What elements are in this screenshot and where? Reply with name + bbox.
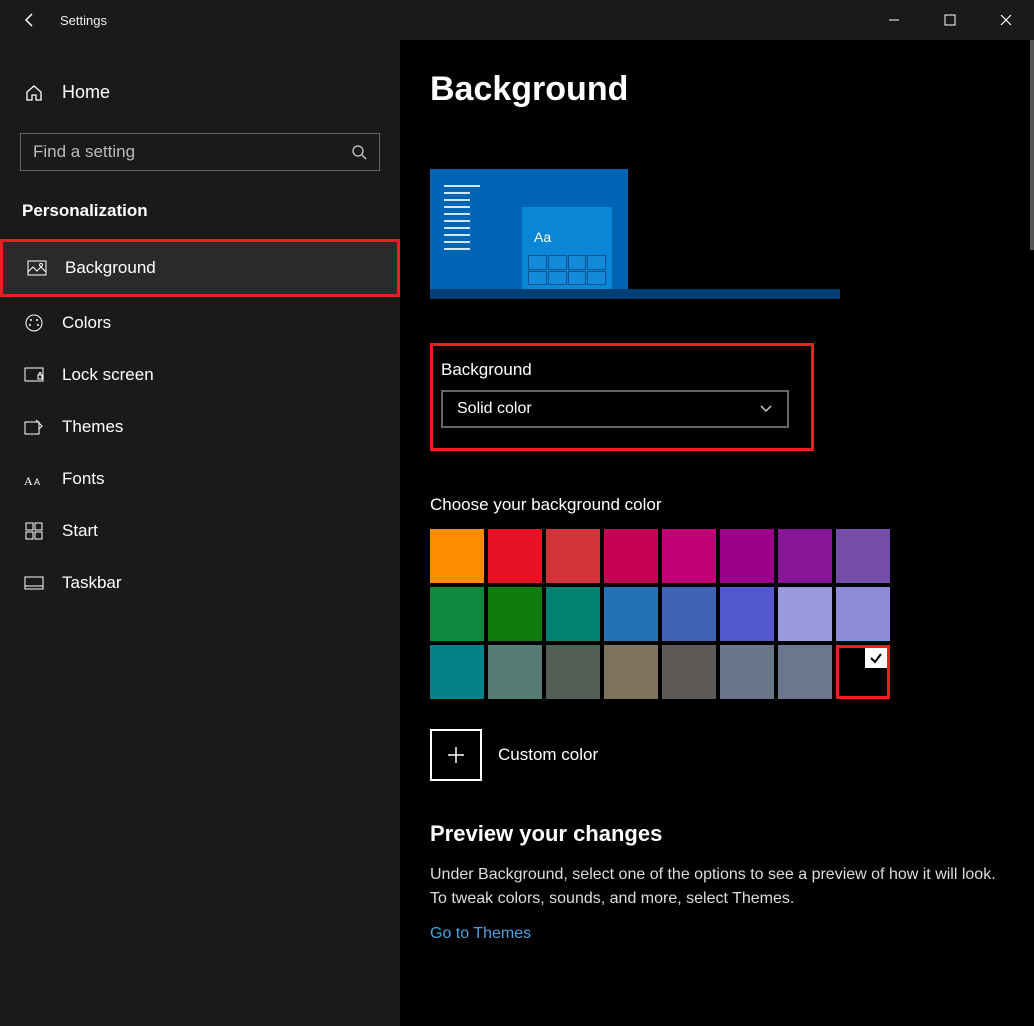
color-swatch[interactable] xyxy=(604,529,658,583)
color-swatch[interactable] xyxy=(430,645,484,699)
color-swatch[interactable] xyxy=(604,587,658,641)
palette-icon xyxy=(24,313,44,333)
back-button[interactable] xyxy=(0,0,60,40)
section-heading: Personalization xyxy=(0,201,400,239)
nav-label: Taskbar xyxy=(62,573,122,593)
nav-label: Themes xyxy=(62,417,123,437)
taskbar-icon xyxy=(24,576,44,590)
nav-start[interactable]: Start xyxy=(0,505,400,557)
plus-icon xyxy=(446,745,466,765)
color-swatch[interactable] xyxy=(836,587,890,641)
maximize-button[interactable] xyxy=(922,0,978,40)
color-swatch[interactable] xyxy=(430,587,484,641)
background-field-label: Background xyxy=(441,360,801,380)
home-label: Home xyxy=(62,82,110,103)
background-dropdown[interactable]: Solid color xyxy=(441,390,789,428)
color-swatch-grid xyxy=(430,529,890,699)
color-swatch[interactable] xyxy=(546,529,600,583)
nav-label: Start xyxy=(62,521,98,541)
custom-color-button[interactable] xyxy=(430,729,482,781)
color-swatch[interactable] xyxy=(836,529,890,583)
page-title: Background xyxy=(430,70,1004,109)
svg-text:A: A xyxy=(34,477,40,487)
preview-changes-text: Under Background, select one of the opti… xyxy=(430,863,1004,911)
nav-label: Lock screen xyxy=(62,365,154,385)
minimize-button[interactable] xyxy=(866,0,922,40)
color-swatch[interactable] xyxy=(720,587,774,641)
sidebar: Home Personalization Background Colors L… xyxy=(0,40,400,1026)
chevron-down-icon xyxy=(759,404,773,414)
color-swatch[interactable] xyxy=(836,645,890,699)
arrow-left-icon xyxy=(22,12,38,28)
minimize-icon xyxy=(888,14,900,26)
close-icon xyxy=(1000,14,1012,26)
scrollbar[interactable] xyxy=(1030,40,1034,250)
dropdown-value: Solid color xyxy=(457,400,532,418)
nav-colors[interactable]: Colors xyxy=(0,297,400,349)
search-icon xyxy=(351,144,367,160)
home-icon xyxy=(24,84,44,102)
nav-fonts[interactable]: AA Fonts xyxy=(0,453,400,505)
color-swatch[interactable] xyxy=(430,529,484,583)
nav-themes[interactable]: Themes xyxy=(0,401,400,453)
search-box[interactable] xyxy=(20,133,380,171)
lock-screen-icon xyxy=(24,367,44,383)
color-swatch[interactable] xyxy=(662,529,716,583)
custom-color-label: Custom color xyxy=(498,745,598,765)
checkmark-icon xyxy=(865,648,887,668)
nav-label: Colors xyxy=(62,313,111,333)
color-swatch[interactable] xyxy=(662,587,716,641)
titlebar: Settings xyxy=(0,0,1034,40)
color-swatch[interactable] xyxy=(720,529,774,583)
start-icon xyxy=(24,522,44,540)
window-controls xyxy=(866,0,1034,40)
color-swatch[interactable] xyxy=(778,529,832,583)
color-swatch[interactable] xyxy=(778,587,832,641)
content-area: Background Aa Background Solid color xyxy=(400,40,1034,1026)
color-section-label: Choose your background color xyxy=(430,495,1004,515)
window-title: Settings xyxy=(60,13,107,28)
color-swatch[interactable] xyxy=(488,587,542,641)
nav-label: Fonts xyxy=(62,469,105,489)
nav-background[interactable]: Background xyxy=(0,239,400,297)
preview-sample-text: Aa xyxy=(534,229,551,245)
home-nav[interactable]: Home xyxy=(0,70,400,115)
color-swatch[interactable] xyxy=(488,645,542,699)
go-to-themes-link[interactable]: Go to Themes xyxy=(430,925,531,942)
color-swatch[interactable] xyxy=(662,645,716,699)
fonts-icon: AA xyxy=(24,471,44,487)
color-swatch[interactable] xyxy=(778,645,832,699)
color-swatch[interactable] xyxy=(546,587,600,641)
color-swatch[interactable] xyxy=(720,645,774,699)
picture-icon xyxy=(27,260,47,276)
background-type-section: Background Solid color xyxy=(430,343,814,451)
desktop-preview: Aa xyxy=(430,169,1004,299)
maximize-icon xyxy=(944,14,956,26)
search-input[interactable] xyxy=(33,142,351,162)
nav-lock-screen[interactable]: Lock screen xyxy=(0,349,400,401)
close-button[interactable] xyxy=(978,0,1034,40)
themes-icon xyxy=(24,418,44,436)
color-swatch[interactable] xyxy=(488,529,542,583)
svg-text:A: A xyxy=(24,474,33,487)
color-swatch[interactable] xyxy=(604,645,658,699)
color-swatch[interactable] xyxy=(546,645,600,699)
preview-changes-heading: Preview your changes xyxy=(430,821,1004,847)
nav-label: Background xyxy=(65,258,156,278)
nav-taskbar[interactable]: Taskbar xyxy=(0,557,400,609)
